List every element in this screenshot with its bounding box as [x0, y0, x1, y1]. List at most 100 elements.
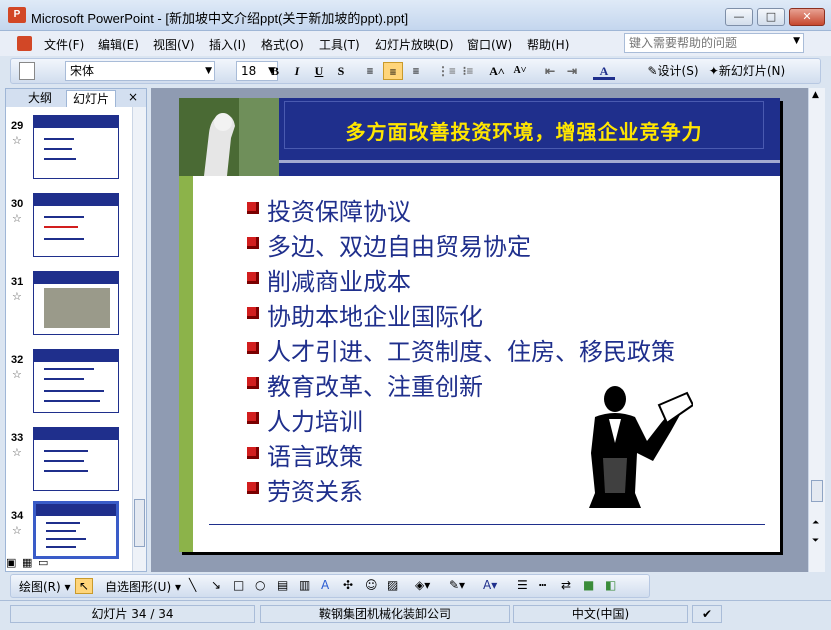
line-style-icon[interactable]: ☰ [517, 578, 528, 592]
slide-position-status: 幻灯片 34 / 34 [10, 605, 255, 623]
slide-title[interactable]: 多方面改善投资环境，增强企业竞争力 [289, 116, 759, 145]
slide-thumbnail[interactable] [33, 193, 119, 257]
slide[interactable]: 多方面改善投资环境，增强企业竞争力 投资保障协议 多边、双边自由贸易协定 削减商… [179, 98, 780, 552]
previous-slide-icon[interactable]: ⏶ [812, 518, 819, 528]
font-color-icon[interactable]: A▾ [483, 578, 497, 592]
menu-insert[interactable]: 插入(I) [209, 36, 246, 53]
new-slide-label: 新幻灯片(N) [718, 64, 786, 78]
document-icon[interactable] [17, 36, 32, 51]
bold-button[interactable]: B [266, 62, 284, 80]
maximize-button[interactable]: □ [757, 8, 785, 26]
scroll-up-icon[interactable]: ▲ [812, 90, 819, 100]
businessman-icon [589, 386, 695, 508]
picture-icon[interactable]: ▨ [387, 578, 398, 592]
chevron-down-icon[interactable]: ▼ [205, 62, 212, 80]
align-center-icon[interactable]: ≡ [383, 62, 403, 80]
align-right-icon[interactable]: ≡ [407, 62, 425, 80]
tab-outline[interactable]: 大纲 [22, 90, 58, 107]
language-status: 中文(中国) [513, 605, 688, 623]
draw-menu-button[interactable]: 绘图(R) ▾ [19, 578, 71, 595]
3d-style-icon[interactable]: ◧ [605, 578, 616, 592]
bullet-text: 多边、双边自由贸易协定 [267, 233, 531, 261]
line-tool-icon[interactable]: ╲ [189, 578, 196, 592]
bullet-text: 语言政策 [267, 443, 363, 471]
clipart-icon[interactable]: ☺ [365, 578, 378, 592]
menu-help[interactable]: 帮助(H) [527, 36, 569, 53]
oval-tool-icon[interactable]: ○ [255, 578, 265, 592]
merlion-photo [179, 98, 279, 176]
canvas-scrollbar[interactable]: ▲ ⏶ ⏷ [808, 88, 825, 572]
merlion-image [179, 98, 279, 176]
diagram-icon[interactable]: ✣ [343, 578, 353, 592]
increase-indent-icon[interactable]: ⇥ [563, 62, 581, 80]
slide-canvas: 多方面改善投资环境，增强企业竞争力 投资保障协议 多边、双边自由贸易协定 削减商… [151, 88, 808, 572]
slide-thumbnail[interactable] [33, 271, 119, 335]
wordart-icon[interactable]: A [321, 578, 329, 592]
bullet-mark [247, 447, 259, 459]
bullet-text: 人力培训 [267, 408, 363, 436]
bullets-icon[interactable]: ⁝≡ [459, 62, 477, 80]
menu-slideshow[interactable]: 幻灯片放映(D) [375, 36, 454, 53]
footer-rule [209, 524, 765, 525]
close-button[interactable]: ✕ [789, 8, 825, 26]
rectangle-tool-icon[interactable]: □ [233, 578, 244, 592]
increase-font-icon[interactable]: A˄ [488, 62, 506, 80]
dash-style-icon[interactable]: ┅ [539, 578, 546, 592]
autoshapes-menu-button[interactable]: 自选图形(U) ▾ [105, 578, 181, 595]
slide-number: 32 [11, 354, 24, 366]
font-name-select[interactable]: 宋体 ▼ [65, 61, 215, 81]
fill-color-icon[interactable]: ◈▾ [415, 578, 430, 592]
slideshow-icon[interactable]: ▭ [38, 556, 48, 569]
menu-window[interactable]: 窗口(W) [467, 36, 512, 53]
shadow-button[interactable]: S [332, 62, 350, 80]
textbox-tool-icon[interactable]: ▤ [277, 578, 288, 592]
next-slide-icon[interactable]: ⏷ [812, 536, 819, 546]
chevron-down-icon[interactable]: ▼ [793, 36, 800, 46]
menu-view[interactable]: 视图(V) [153, 36, 195, 53]
font-color-icon[interactable]: A [593, 62, 615, 80]
help-search-input[interactable] [625, 34, 785, 52]
close-icon[interactable]: × [128, 90, 138, 104]
slide-thumbnail[interactable] [33, 349, 119, 413]
line-color-icon[interactable]: ✎▾ [449, 578, 465, 592]
slide-sorter-icon[interactable]: ▦ [22, 556, 32, 569]
shadow-style-icon[interactable]: ■ [583, 578, 594, 592]
align-left-icon[interactable]: ≡ [361, 62, 379, 80]
design-label: 设计(S) [657, 64, 699, 78]
slide-thumbnail[interactable] [33, 427, 119, 491]
powerpoint-app-icon[interactable]: P [8, 7, 26, 23]
slide-thumbnail-selected[interactable] [33, 501, 119, 559]
scrollbar-thumb[interactable] [134, 499, 145, 547]
menu-tools[interactable]: 工具(T) [319, 36, 360, 53]
tab-slides[interactable]: 幻灯片 [66, 90, 117, 107]
arrow-style-icon[interactable]: ⇄ [561, 578, 571, 592]
menu-edit[interactable]: 编辑(E) [98, 36, 139, 53]
numbering-icon[interactable]: ⋮≡ [437, 62, 456, 80]
window-title: Microsoft PowerPoint - [新加坡中文介绍ppt(关于新加坡… [31, 11, 409, 26]
scrollbar-thumb[interactable] [811, 480, 823, 502]
menu-format[interactable]: 格式(O) [261, 36, 304, 53]
decrease-font-icon[interactable]: A˅ [511, 62, 529, 80]
menu-file[interactable]: 文件(F) [44, 36, 84, 53]
businessman-clipart[interactable] [575, 383, 695, 508]
help-search-box[interactable]: ▼ [624, 33, 804, 53]
italic-button[interactable]: I [288, 62, 306, 80]
slide-number: 30 [11, 198, 24, 210]
minimize-button[interactable]: — [725, 8, 753, 26]
normal-view-icon[interactable]: ▣ [6, 556, 16, 569]
decrease-indent-icon[interactable]: ⇤ [541, 62, 559, 80]
underline-button[interactable]: U [310, 62, 328, 80]
bullet-text: 协助本地企业国际化 [267, 303, 483, 331]
new-slide-button[interactable]: ✦新幻灯片(N) [699, 62, 795, 80]
slides-panel: 大纲 幻灯片 × 29 ☆ 30 ☆ 31 ☆ 32 ☆ 33 ☆ 34 ☆ [5, 88, 147, 572]
animation-star-icon: ☆ [12, 290, 22, 303]
panel-tabs: 大纲 幻灯片 × [6, 89, 146, 107]
spelling-check-icon[interactable]: ✔ [692, 605, 722, 623]
vertical-textbox-icon[interactable]: ▥ [299, 578, 310, 592]
panel-scrollbar[interactable] [132, 107, 146, 571]
new-document-icon[interactable] [19, 62, 35, 80]
slide-thumbnail[interactable] [33, 115, 119, 179]
arrow-tool-icon[interactable]: ↘ [211, 578, 221, 592]
bullet-text: 人才引进、工资制度、住房、移民政策 [267, 338, 675, 366]
select-pointer-icon[interactable]: ↖ [75, 578, 94, 594]
